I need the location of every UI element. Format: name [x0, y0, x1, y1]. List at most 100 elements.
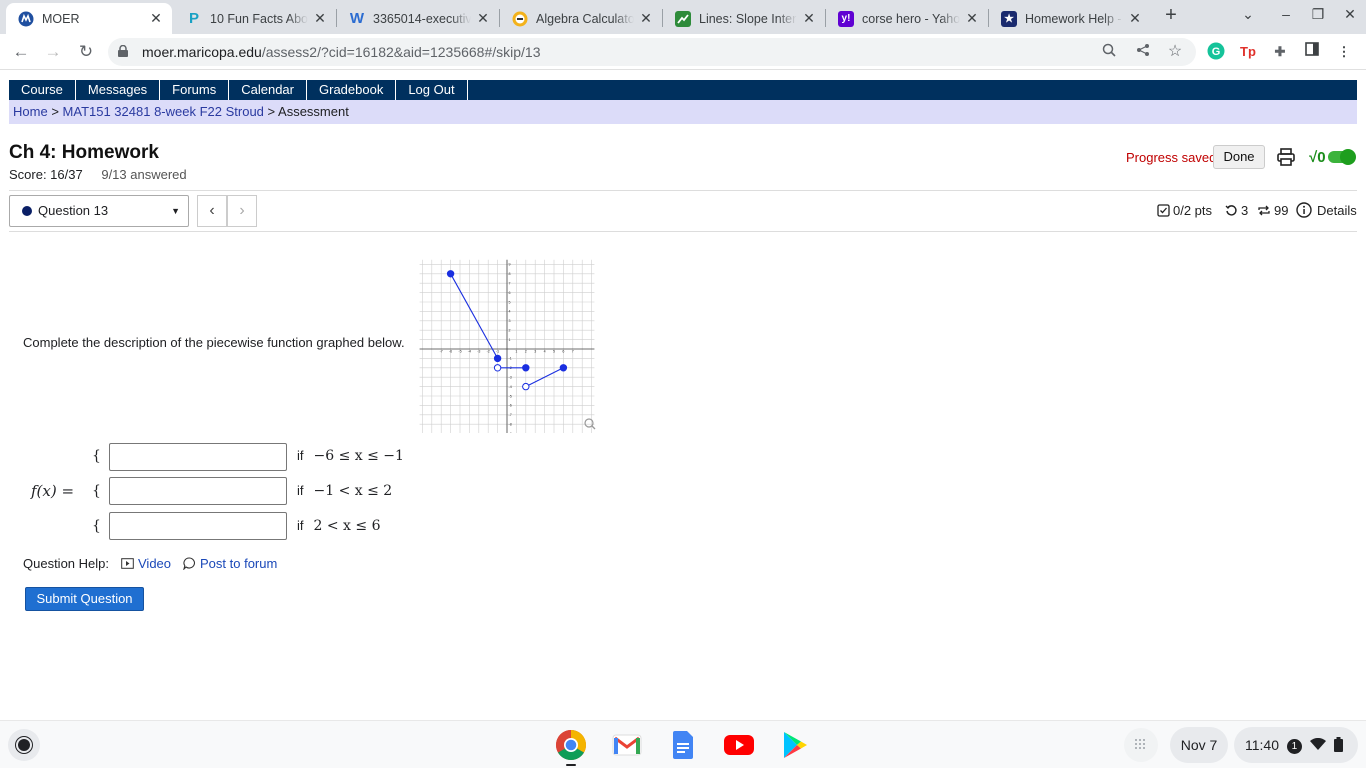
side-panel-icon[interactable]	[1302, 42, 1322, 62]
close-tab-icon[interactable]: ✕	[964, 10, 980, 27]
video-link[interactable]: Video	[138, 556, 171, 571]
x-tick-label: 7	[572, 350, 574, 354]
tp-extension-icon[interactable]: Tp	[1238, 42, 1258, 62]
url-path: /assess2/?cid=16182&aid=1235668#/skip/13	[261, 44, 541, 60]
docs-app-icon[interactable]	[666, 728, 700, 762]
post-to-forum-link[interactable]: Post to forum	[200, 556, 277, 571]
condition-math: 2 < x ≤ 6	[313, 518, 381, 534]
grammarly-icon[interactable]: G	[1206, 42, 1226, 62]
status-tray[interactable]: 11:40 1	[1234, 727, 1358, 763]
y-tick-label: -7	[509, 413, 512, 417]
close-window-icon[interactable]: ✕	[1338, 6, 1362, 28]
tab-title: Homework Help -	[1025, 11, 1122, 26]
tote-icon[interactable]	[1124, 728, 1158, 762]
chrome-app-icon[interactable]	[554, 728, 588, 762]
close-tab-icon[interactable]: ✕	[475, 10, 491, 27]
open-endpoint	[522, 382, 530, 391]
menu-gradebook[interactable]: Gradebook	[307, 80, 397, 100]
retry-icon	[1225, 205, 1237, 216]
tab-yahoo[interactable]: y! corse hero - Yahoo ✕	[826, 3, 988, 34]
back-arrow-icon[interactable]: ←	[8, 39, 34, 65]
close-tab-icon[interactable]: ✕	[1127, 10, 1143, 27]
minimize-window-icon[interactable]: –	[1274, 6, 1298, 28]
restore-window-icon[interactable]: ❐	[1306, 6, 1330, 28]
breadcrumb-home[interactable]: Home	[13, 104, 48, 119]
points-display: 0/2 pts	[1157, 203, 1212, 218]
piece-1-input[interactable]	[109, 443, 287, 471]
tab-executive[interactable]: W 3365014-executive ✕	[337, 3, 499, 34]
answered-count: 9/13 answered	[101, 167, 187, 182]
reload-icon[interactable]: ↻	[73, 39, 99, 65]
question-status-dot	[22, 206, 32, 216]
star-favicon-icon: ★	[1001, 10, 1017, 27]
math-entry-toggle[interactable]: √0	[1309, 147, 1356, 167]
details-button[interactable]: Details	[1296, 202, 1357, 218]
close-tab-icon[interactable]: ✕	[638, 10, 654, 27]
play-store-app-icon[interactable]	[778, 728, 812, 762]
youtube-app-icon[interactable]	[722, 728, 756, 762]
print-icon[interactable]	[1276, 147, 1296, 167]
toggle-switch[interactable]	[1327, 149, 1356, 165]
menu-messages[interactable]: Messages	[76, 80, 161, 100]
close-tab-icon[interactable]: ✕	[148, 10, 164, 27]
previous-question-button[interactable]: ‹	[197, 195, 227, 227]
close-tab-icon[interactable]: ✕	[312, 10, 328, 27]
y-tick-label: 5	[509, 300, 511, 304]
x-tick-label: -3	[477, 350, 480, 354]
share-icon[interactable]	[1134, 43, 1152, 61]
function-label: f(x) =	[31, 482, 75, 500]
brace: {	[92, 518, 101, 534]
piece-3-input[interactable]	[109, 512, 287, 540]
more-menu-icon[interactable]: ⋮	[1334, 42, 1354, 62]
address-bar[interactable]: moer.maricopa.edu/assess2/?cid=16182&aid…	[108, 38, 1196, 66]
closed-endpoint	[559, 364, 568, 372]
menu-calendar[interactable]: Calendar	[229, 80, 307, 100]
tab-fun-facts[interactable]: P 10 Fun Facts About ✕	[174, 3, 336, 34]
segment-line	[450, 273, 499, 359]
caret-down-icon: ▼	[171, 206, 180, 216]
y-tick-label: 3	[509, 319, 511, 323]
next-question-button[interactable]: ›	[227, 195, 257, 227]
lock-icon	[118, 45, 128, 57]
info-icon	[1296, 202, 1312, 218]
url-text: moer.maricopa.edu/assess2/?cid=16182&aid…	[142, 44, 541, 60]
os-shelf: Nov 7 11:40 1	[0, 720, 1366, 768]
tab-lines-slope[interactable]: Lines: Slope Intercept ✕	[663, 3, 825, 34]
menu-forums[interactable]: Forums	[160, 80, 230, 100]
zoom-icon[interactable]	[1100, 43, 1118, 61]
sqrt-icon: √0	[1309, 148, 1326, 166]
launcher-icon[interactable]	[8, 729, 40, 761]
details-label: Details	[1317, 202, 1357, 218]
course-menu-bar: Course Messages Forums Calendar Gradeboo…	[9, 80, 1357, 100]
y-tick-label: 4	[509, 310, 511, 314]
tab-search-chevron-icon[interactable]: ⌄	[1236, 6, 1260, 28]
divider	[9, 231, 1357, 232]
extensions-puzzle-icon[interactable]: ✚	[1270, 42, 1290, 62]
close-tab-icon[interactable]: ✕	[801, 10, 817, 27]
piece-3-condition: if 2 < x ≤ 6	[297, 518, 380, 534]
svg-text:G: G	[1212, 46, 1221, 58]
piece-2-input[interactable]	[109, 477, 287, 505]
checkbox-icon	[1157, 204, 1170, 217]
forward-arrow-icon[interactable]: →	[40, 39, 66, 65]
attempts-display: 99	[1257, 203, 1288, 218]
tab-algebra-calculator[interactable]: Algebra Calculator ✕	[500, 3, 662, 34]
done-button[interactable]: Done	[1213, 145, 1265, 169]
submit-question-button[interactable]: Submit Question	[25, 587, 144, 611]
divider	[9, 190, 1357, 191]
menu-course[interactable]: Course	[9, 80, 76, 100]
tab-moer[interactable]: MOER ✕	[6, 3, 172, 34]
new-tab-button[interactable]: +	[1160, 5, 1182, 27]
gmail-app-icon[interactable]	[610, 728, 644, 762]
tab-homework-help[interactable]: ★ Homework Help - ✕	[989, 3, 1151, 34]
browser-tab-strip: MOER ✕ P 10 Fun Facts About ✕ W 3365014-…	[0, 0, 1366, 34]
brace: {	[92, 483, 101, 499]
tab-title: corse hero - Yahoo	[862, 11, 960, 26]
bookmark-star-icon[interactable]: ☆	[1166, 43, 1184, 61]
date-pill[interactable]: Nov 7	[1170, 727, 1228, 763]
tab-title: Lines: Slope Intercept	[699, 11, 797, 26]
breadcrumb-course[interactable]: MAT151 32481 8-week F22 Stroud	[63, 104, 264, 119]
question-select[interactable]: Question 13 ▼	[9, 195, 189, 227]
menu-log-out[interactable]: Log Out	[396, 80, 468, 100]
tab-title: MOER	[42, 11, 80, 26]
